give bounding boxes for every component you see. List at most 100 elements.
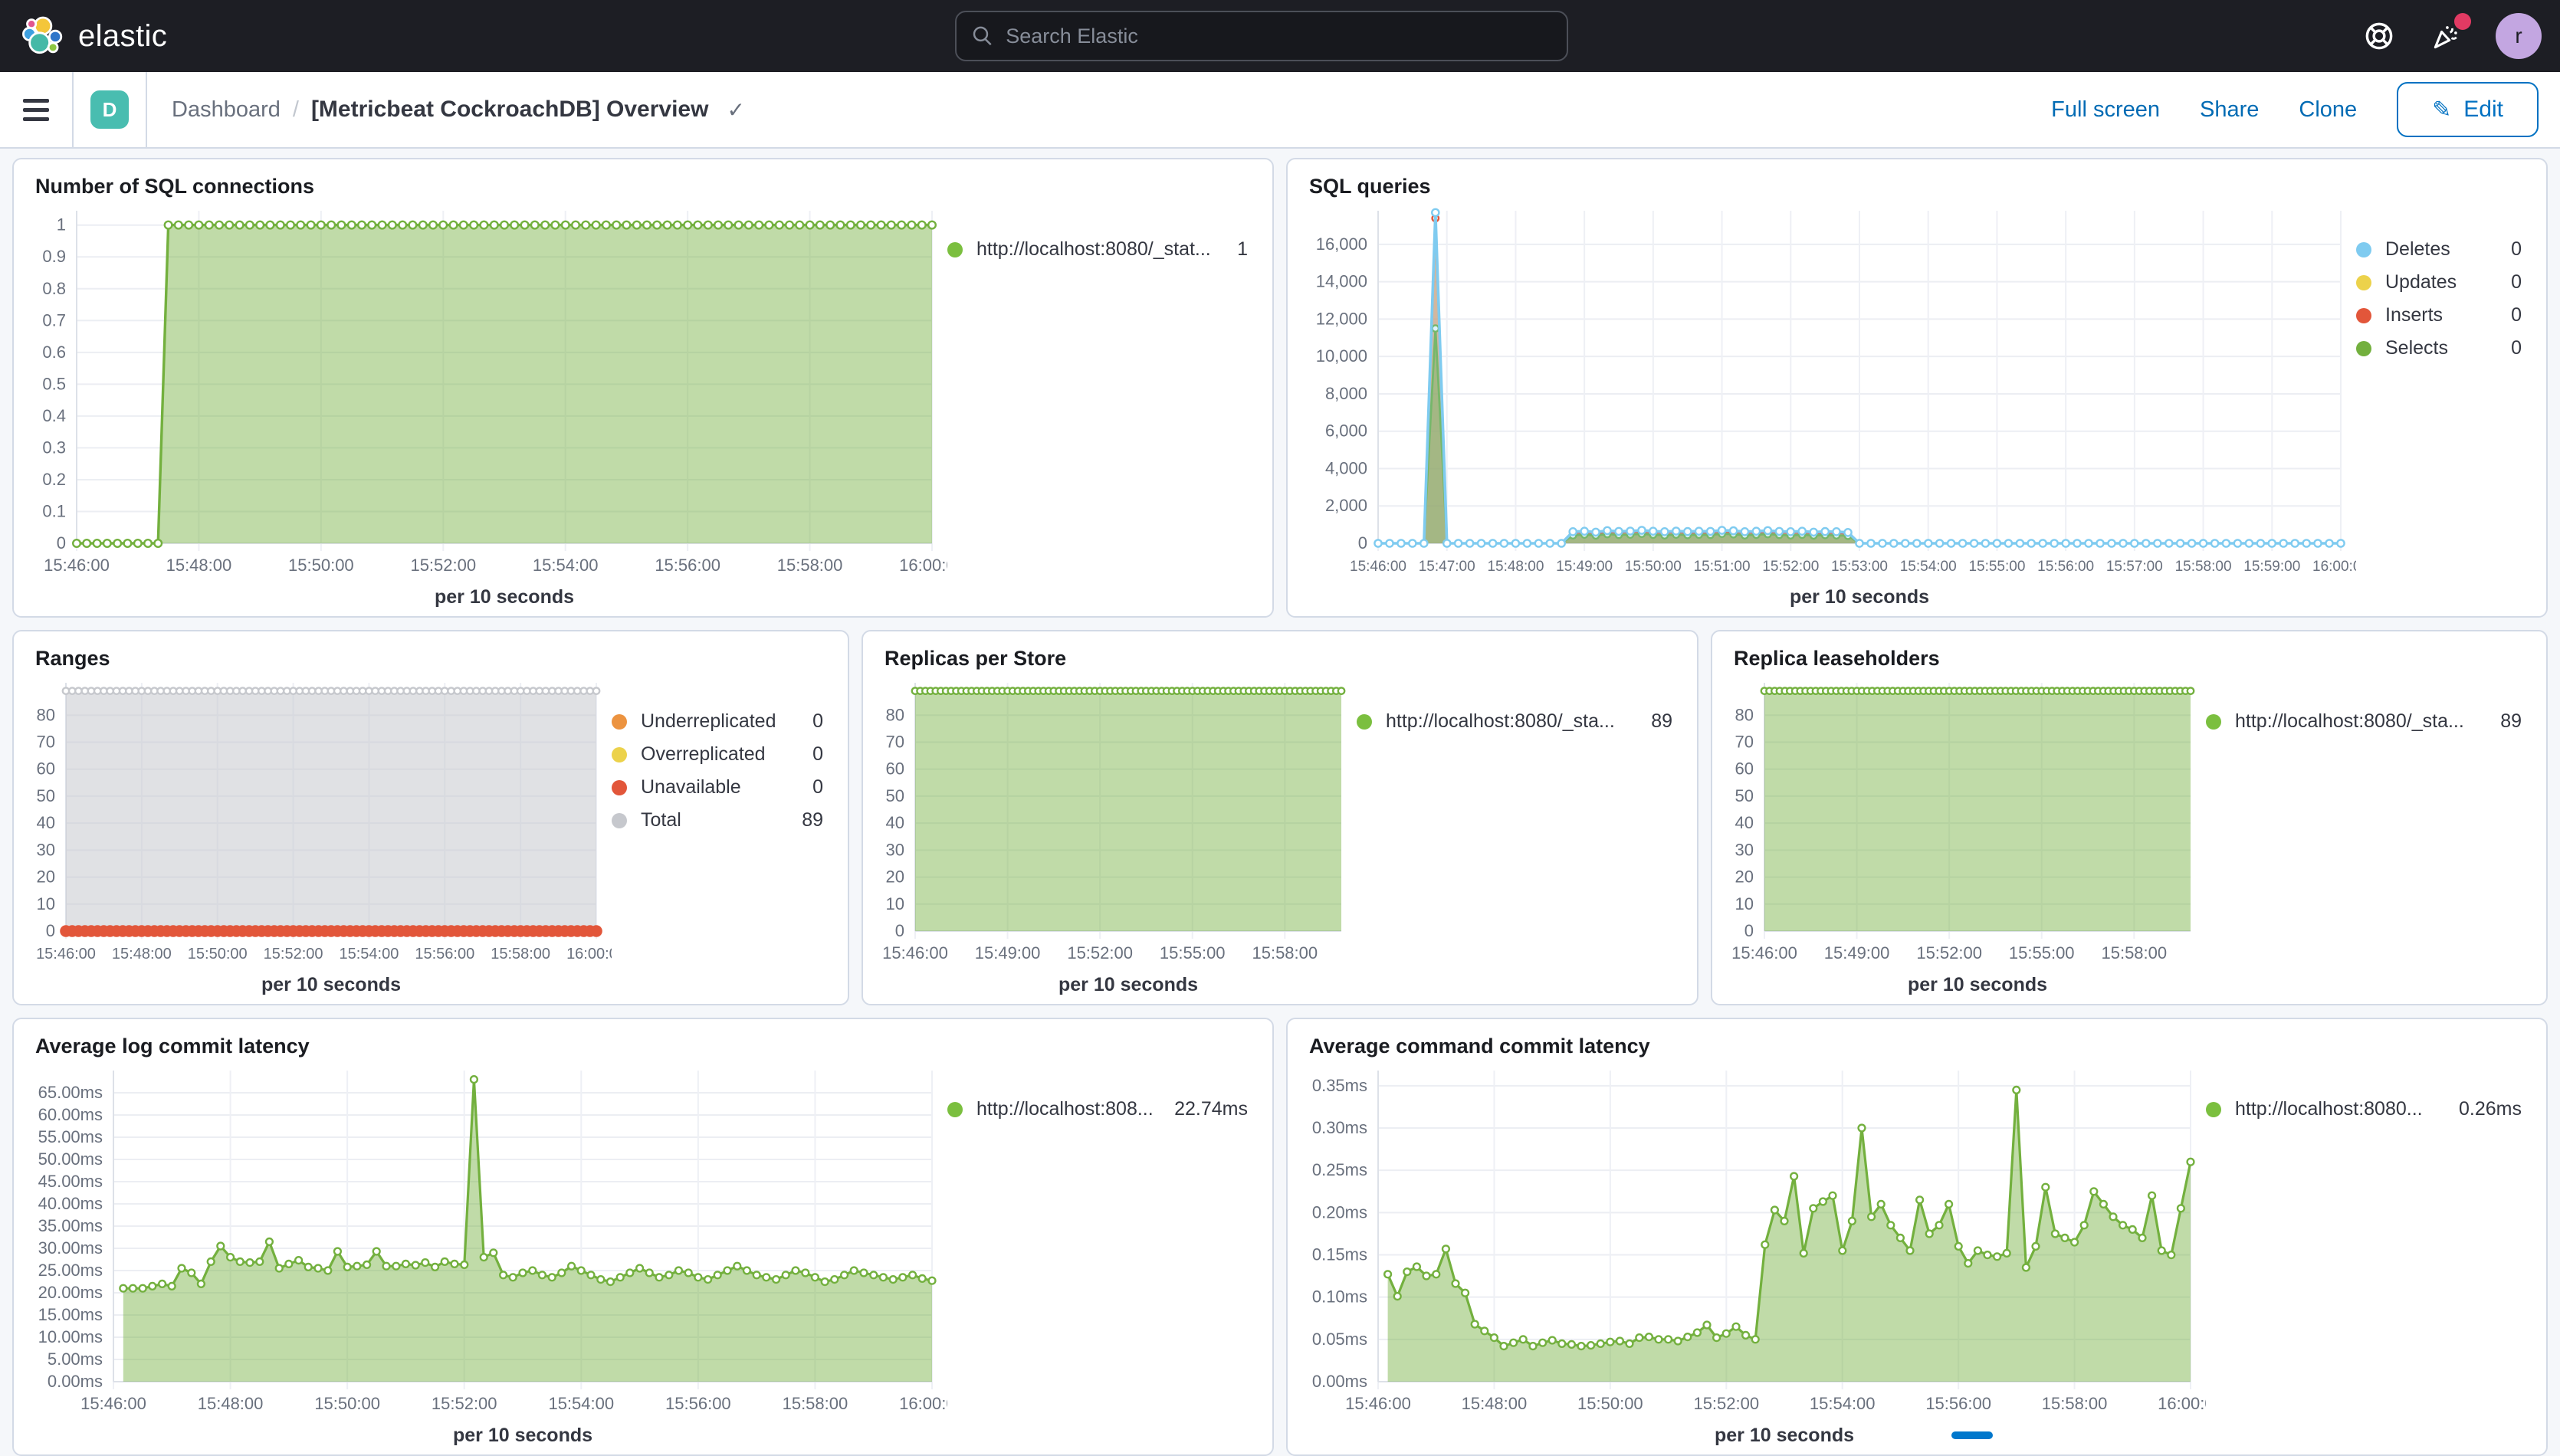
full-screen-button[interactable]: Full screen xyxy=(2051,97,2160,123)
panel-replica-leaseholders: Replica leaseholders 0102030405060708015… xyxy=(1711,630,2548,1005)
share-button[interactable]: Share xyxy=(2200,97,2259,123)
panel-title[interactable]: Replicas per Store xyxy=(875,644,1679,671)
global-header: elastic xyxy=(0,0,2560,72)
svg-text:15:55:00: 15:55:00 xyxy=(2009,943,2075,962)
svg-text:15:52:00: 15:52:00 xyxy=(1693,1394,1759,1413)
svg-text:0.8: 0.8 xyxy=(42,279,66,298)
legend-item[interactable]: http://localhost:8080/_sta...89 xyxy=(2206,710,2522,733)
series-color-dot xyxy=(2206,714,2221,730)
legend-item[interactable]: Underreplicated0 xyxy=(612,710,823,733)
svg-text:0: 0 xyxy=(1744,921,1754,940)
dashboard-app-badge-wrap: D xyxy=(74,72,147,147)
svg-text:0.05ms: 0.05ms xyxy=(1312,1330,1367,1349)
legend-item[interactable]: Inserts0 xyxy=(2356,304,2522,326)
panel-title[interactable]: SQL queries xyxy=(1300,172,2528,198)
svg-text:15:53:00: 15:53:00 xyxy=(1831,559,1888,575)
svg-text:70: 70 xyxy=(37,732,55,751)
legend-item[interactable]: Total89 xyxy=(612,809,823,831)
breadcrumb: Dashboard / [Metricbeat CockroachDB] Ove… xyxy=(147,97,745,123)
user-avatar[interactable]: r xyxy=(2496,13,2542,59)
legend-item[interactable]: http://localhost:8080/_stat...1 xyxy=(947,238,1248,261)
legend-label: Underreplicated xyxy=(641,710,800,733)
svg-text:per 10 seconds: per 10 seconds xyxy=(1058,974,1198,995)
chart-sql-connections[interactable]: 00.10.20.30.40.50.60.70.80.9115:46:0015:… xyxy=(26,198,947,610)
legend-item[interactable]: Deletes0 xyxy=(2356,238,2522,261)
svg-text:0.4: 0.4 xyxy=(42,406,66,425)
svg-text:15:58:00: 15:58:00 xyxy=(777,556,843,575)
panel-title[interactable]: Replica leaseholders xyxy=(1725,644,2528,671)
legend-value: 1 xyxy=(1237,238,1248,261)
legend-item[interactable]: Selects0 xyxy=(2356,337,2522,359)
chart-replica-leaseholders[interactable]: 0102030405060708015:46:0015:49:0015:52:0… xyxy=(1725,671,2206,998)
svg-text:0: 0 xyxy=(895,921,904,940)
chart-log-commit-latency[interactable]: 0.00ms5.00ms10.00ms15.00ms20.00ms25.00ms… xyxy=(26,1058,947,1448)
svg-text:0.35ms: 0.35ms xyxy=(1312,1076,1367,1095)
panel-sql-queries: SQL queries 02,0004,0006,0008,00010,0001… xyxy=(1286,158,2548,618)
legend-value: 0 xyxy=(2511,271,2522,293)
chart-sql-queries[interactable]: 02,0004,0006,0008,00010,00012,00014,0001… xyxy=(1300,198,2356,610)
svg-text:per 10 seconds: per 10 seconds xyxy=(453,1425,592,1446)
svg-text:0.1: 0.1 xyxy=(42,501,66,520)
svg-text:80: 80 xyxy=(886,705,904,724)
legend-log-commit-latency: http://localhost:808...22.74ms xyxy=(947,1058,1254,1448)
svg-text:15:55:00: 15:55:00 xyxy=(1968,559,2025,575)
edit-button[interactable]: ✎ Edit xyxy=(2397,82,2539,137)
legend-item[interactable]: http://localhost:808...22.74ms xyxy=(947,1098,1248,1120)
avatar-initial: r xyxy=(2515,24,2522,48)
svg-text:15:58:00: 15:58:00 xyxy=(2175,559,2232,575)
svg-text:15:54:00: 15:54:00 xyxy=(1810,1394,1876,1413)
legend-item[interactable]: Overreplicated0 xyxy=(612,743,823,766)
legend-label: http://localhost:8080/_sta... xyxy=(1386,710,1639,733)
series-color-dot xyxy=(2356,275,2371,290)
panel-title[interactable]: Average log commit latency xyxy=(26,1031,1254,1058)
svg-text:50: 50 xyxy=(37,786,55,805)
legend-item[interactable]: Updates0 xyxy=(2356,271,2522,293)
legend-label: Overreplicated xyxy=(641,743,800,766)
search-icon xyxy=(972,25,993,48)
svg-text:30: 30 xyxy=(886,840,904,859)
svg-text:0.15ms: 0.15ms xyxy=(1312,1245,1367,1264)
help-button[interactable] xyxy=(2361,18,2398,54)
legend-sql-connections: http://localhost:8080/_stat...1 xyxy=(947,198,1254,610)
svg-text:15:46:00: 15:46:00 xyxy=(36,946,96,962)
svg-text:45.00ms: 45.00ms xyxy=(38,1172,103,1191)
dashboard-app-badge[interactable]: D xyxy=(90,90,129,129)
svg-text:2,000: 2,000 xyxy=(1325,496,1367,515)
svg-text:15:54:00: 15:54:00 xyxy=(533,556,599,575)
title-check-icon[interactable]: ✓ xyxy=(727,97,744,123)
panel-command-commit-latency: Average command commit latency 0.00ms0.0… xyxy=(1286,1018,2548,1456)
chart-replicas-per-store[interactable]: 0102030405060708015:46:0015:49:0015:52:0… xyxy=(875,671,1357,998)
chart-ranges[interactable]: 0102030405060708015:46:0015:48:0015:50:0… xyxy=(26,671,612,998)
clone-button[interactable]: Clone xyxy=(2299,97,2357,123)
newsfeed-button[interactable] xyxy=(2428,18,2465,54)
series-color-dot xyxy=(1357,714,1372,730)
elastic-logo[interactable]: elastic xyxy=(0,15,167,57)
legend-item[interactable]: Unavailable0 xyxy=(612,776,823,799)
kibana-dashboard-page: elastic xyxy=(0,0,2560,1439)
panel-log-commit-latency: Average log commit latency 0.00ms5.00ms1… xyxy=(12,1018,1274,1456)
svg-text:6,000: 6,000 xyxy=(1325,421,1367,441)
svg-text:15:48:00: 15:48:00 xyxy=(1462,1394,1528,1413)
svg-text:15.00ms: 15.00ms xyxy=(38,1305,103,1324)
search-input[interactable] xyxy=(1006,25,1551,48)
chart-command-commit-latency[interactable]: 0.00ms0.05ms0.10ms0.15ms0.20ms0.25ms0.30… xyxy=(1300,1058,2206,1448)
global-search[interactable] xyxy=(955,11,1568,61)
series-color-dot xyxy=(2206,1102,2221,1117)
svg-text:15:46:00: 15:46:00 xyxy=(1350,559,1406,575)
svg-text:16:00:00: 16:00:00 xyxy=(566,946,612,962)
svg-text:16:00:00: 16:00:00 xyxy=(2158,1394,2206,1413)
series-color-dot xyxy=(2356,308,2371,323)
svg-text:4,000: 4,000 xyxy=(1325,458,1367,477)
menu-button[interactable] xyxy=(0,72,74,147)
scrollbar-thumb[interactable] xyxy=(1951,1431,1993,1439)
legend-item[interactable]: http://localhost:8080...0.26ms xyxy=(2206,1098,2522,1120)
svg-text:40: 40 xyxy=(886,813,904,832)
panel-title[interactable]: Ranges xyxy=(26,644,829,671)
legend-value: 89 xyxy=(2500,710,2522,733)
panel-title[interactable]: Number of SQL connections xyxy=(26,172,1254,198)
svg-text:15:47:00: 15:47:00 xyxy=(1419,559,1475,575)
legend-item[interactable]: http://localhost:8080/_sta...89 xyxy=(1357,710,1672,733)
panel-title[interactable]: Average command commit latency xyxy=(1300,1031,2528,1058)
svg-text:70: 70 xyxy=(1735,732,1754,751)
breadcrumb-dashboard-link[interactable]: Dashboard xyxy=(172,97,281,123)
